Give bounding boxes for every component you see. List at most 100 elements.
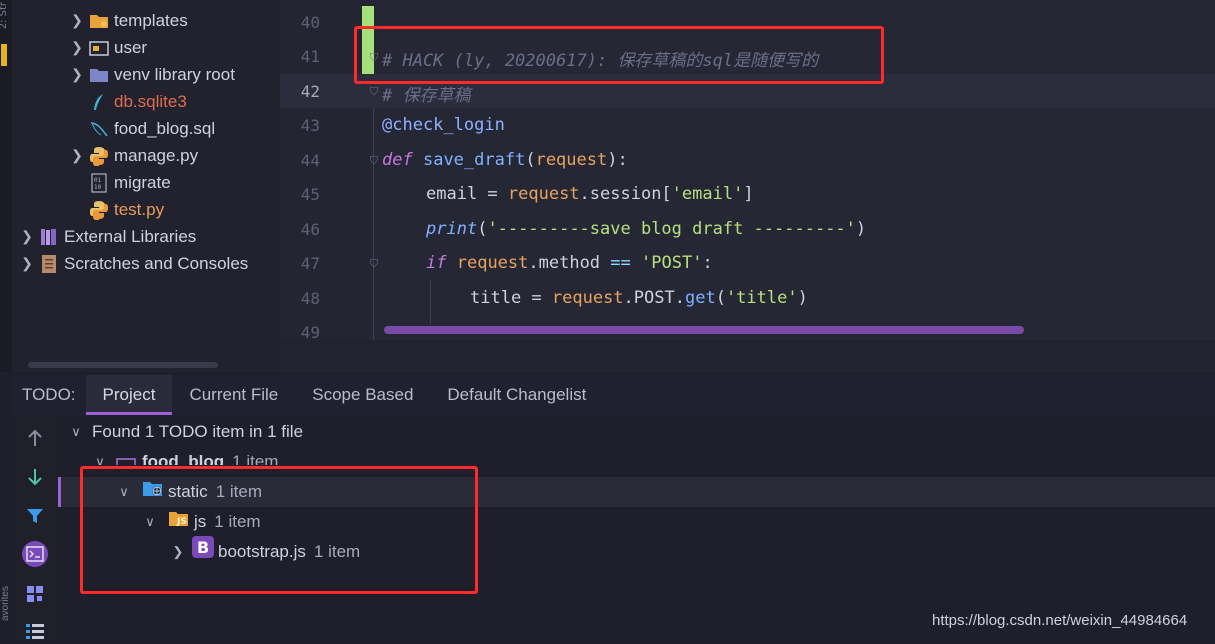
tree-item-venv[interactable]: ❯ venv library root — [70, 61, 235, 88]
code-line-43[interactable]: @check_login — [382, 115, 505, 135]
favorites-tool-label[interactable]: avorites — [0, 586, 11, 621]
tree-item-user[interactable]: ❯ user — [70, 34, 147, 61]
library-icon — [38, 227, 60, 247]
tree-item-label: venv library root — [114, 65, 235, 84]
tree-item-label: test.py — [114, 200, 165, 219]
tree-item-db-sqlite3[interactable]: db.sqlite3 — [88, 88, 187, 115]
todo-summary-row[interactable]: ∨ Found 1 TODO item in 1 file — [60, 417, 1215, 447]
svg-text:01: 01 — [94, 177, 102, 184]
string-literal: '---------save blog draft ---------' — [487, 219, 856, 239]
tab-current-file[interactable]: Current File — [172, 375, 295, 415]
chevron-down-icon[interactable]: ∨ — [92, 447, 108, 465]
tree-horizontal-scrollbar[interactable] — [28, 362, 218, 368]
tab-scope-based[interactable]: Scope Based — [295, 375, 430, 415]
code-editor[interactable]: 40 41 42 43 44 45 46 47 48 49 ⛉ ⛉ ⛉ ⛉ # … — [280, 0, 1215, 372]
todo-summary: Found 1 TODO item in 1 file — [92, 422, 304, 441]
tree-item-label: Scratches and Consoles — [64, 254, 249, 273]
code-line-45[interactable]: email = request.session['email'] — [426, 184, 754, 204]
structure-tool-label[interactable]: 2: Str — [0, 2, 9, 29]
tab-default-changelist[interactable]: Default Changelist — [430, 375, 603, 415]
code-token: request — [551, 288, 624, 308]
code-token: .method — [528, 253, 611, 273]
chevron-right-icon[interactable]: ❯ — [70, 142, 84, 169]
tree-item-external-libraries[interactable]: ❯ External Libraries — [20, 223, 196, 250]
watermark: https://blog.csdn.net/weixin_44984664 — [932, 612, 1188, 629]
chevron-right-icon[interactable]: ❯ — [70, 7, 84, 34]
tree-item-label: user — [114, 38, 148, 57]
filter-icon[interactable] — [22, 503, 48, 529]
line-number: 44 — [300, 151, 320, 170]
tree-item-label: db.sqlite3 — [114, 92, 187, 111]
tree-item-label: manage.py — [114, 146, 199, 165]
todo-node-label: food_blog — [142, 452, 225, 465]
tree-item-templates[interactable]: ❯ templates — [70, 7, 188, 34]
chevron-right-icon[interactable]: ❯ — [70, 61, 84, 88]
indent-guide — [430, 280, 431, 324]
folder-icon — [116, 453, 136, 465]
line-number: 45 — [300, 185, 320, 204]
tree-item-food-blog-sql[interactable]: food_blog.sql — [88, 115, 215, 142]
fold-marker-icon[interactable]: ⛉ — [368, 86, 380, 98]
group-by-icon[interactable] — [22, 581, 48, 607]
todo-node-food-blog[interactable]: ∨ food_blog 1 item — [60, 447, 1215, 465]
tree-item-migrate[interactable]: 01 10 migrate — [88, 169, 171, 196]
tree-item-label: templates — [114, 11, 188, 30]
tree-item-test-py[interactable]: test.py — [88, 196, 164, 223]
left-tool-strip: 2: Str — [0, 0, 12, 372]
chevron-right-icon[interactable]: ❯ — [20, 250, 34, 277]
line-number: 46 — [300, 220, 320, 239]
code-line-44[interactable]: def save_draft(request): — [382, 150, 628, 170]
code-line-42[interactable]: # 保存草稿 — [382, 81, 470, 106]
fold-marker-icon[interactable]: ⛉ — [368, 155, 380, 167]
string-literal: 'title' — [725, 288, 798, 308]
code-token: .POST. — [623, 288, 685, 308]
highlight-box — [80, 466, 478, 594]
folder-icon — [88, 11, 110, 31]
keyword: def — [382, 150, 413, 170]
folder-icon — [88, 65, 110, 85]
arrow-up-icon[interactable] — [22, 425, 48, 451]
chevron-right-icon[interactable]: ❯ — [20, 223, 34, 250]
python-icon — [88, 146, 110, 166]
tree-item-manage-py[interactable]: ❯ manage.py — [70, 142, 198, 169]
function-name: print — [426, 219, 478, 239]
fold-marker-icon[interactable]: ⛉ — [368, 258, 380, 270]
todo-tab-bar: TODO: Project Current File Scope Based D… — [12, 375, 1215, 415]
line-number: 42 — [300, 82, 320, 101]
code-token: request — [456, 253, 529, 273]
todo-toolbar — [12, 415, 60, 641]
arrow-down-icon[interactable] — [22, 464, 48, 490]
tree-item-scratches[interactable]: ❯ Scratches and Consoles — [20, 250, 248, 277]
binary-file-icon: 01 10 — [88, 172, 110, 193]
svg-text:10: 10 — [94, 184, 102, 191]
scratches-icon — [38, 254, 60, 274]
tree-item-label: migrate — [114, 173, 171, 192]
console-icon[interactable] — [22, 541, 48, 567]
editor-bottom-area — [280, 340, 1215, 372]
feather-icon — [88, 92, 110, 112]
code-token: title = — [470, 288, 552, 308]
folder-icon — [88, 38, 110, 58]
code-token: request — [507, 184, 580, 204]
code-line-47[interactable]: if request.method == 'POST': — [426, 253, 713, 273]
chevron-right-icon[interactable]: ❯ — [70, 34, 84, 61]
operator: == — [610, 253, 631, 273]
editor-horizontal-scrollbar[interactable] — [384, 326, 1024, 334]
tree-item-label: External Libraries — [64, 227, 197, 246]
tab-project[interactable]: Project — [85, 375, 173, 415]
code-token: ] — [743, 184, 754, 204]
function-name: get — [684, 288, 716, 308]
line-number: 41 — [300, 47, 320, 66]
chevron-down-icon[interactable]: ∨ — [68, 417, 84, 447]
tree-item-label: food_blog.sql — [114, 119, 216, 138]
todo-header-label: TODO: — [22, 385, 76, 404]
bookmark-marker — [1, 44, 7, 66]
sql-file-icon — [88, 119, 110, 139]
list-icon[interactable] — [22, 618, 48, 644]
code-line-46[interactable]: print('---------save blog draft --------… — [426, 219, 866, 239]
parameter: request — [535, 150, 608, 170]
line-number: 43 — [300, 116, 320, 135]
code-line-48[interactable]: title = request.POST.get('title') — [470, 288, 808, 308]
code-token: .session[ — [579, 184, 672, 204]
keyword: if — [426, 253, 447, 273]
